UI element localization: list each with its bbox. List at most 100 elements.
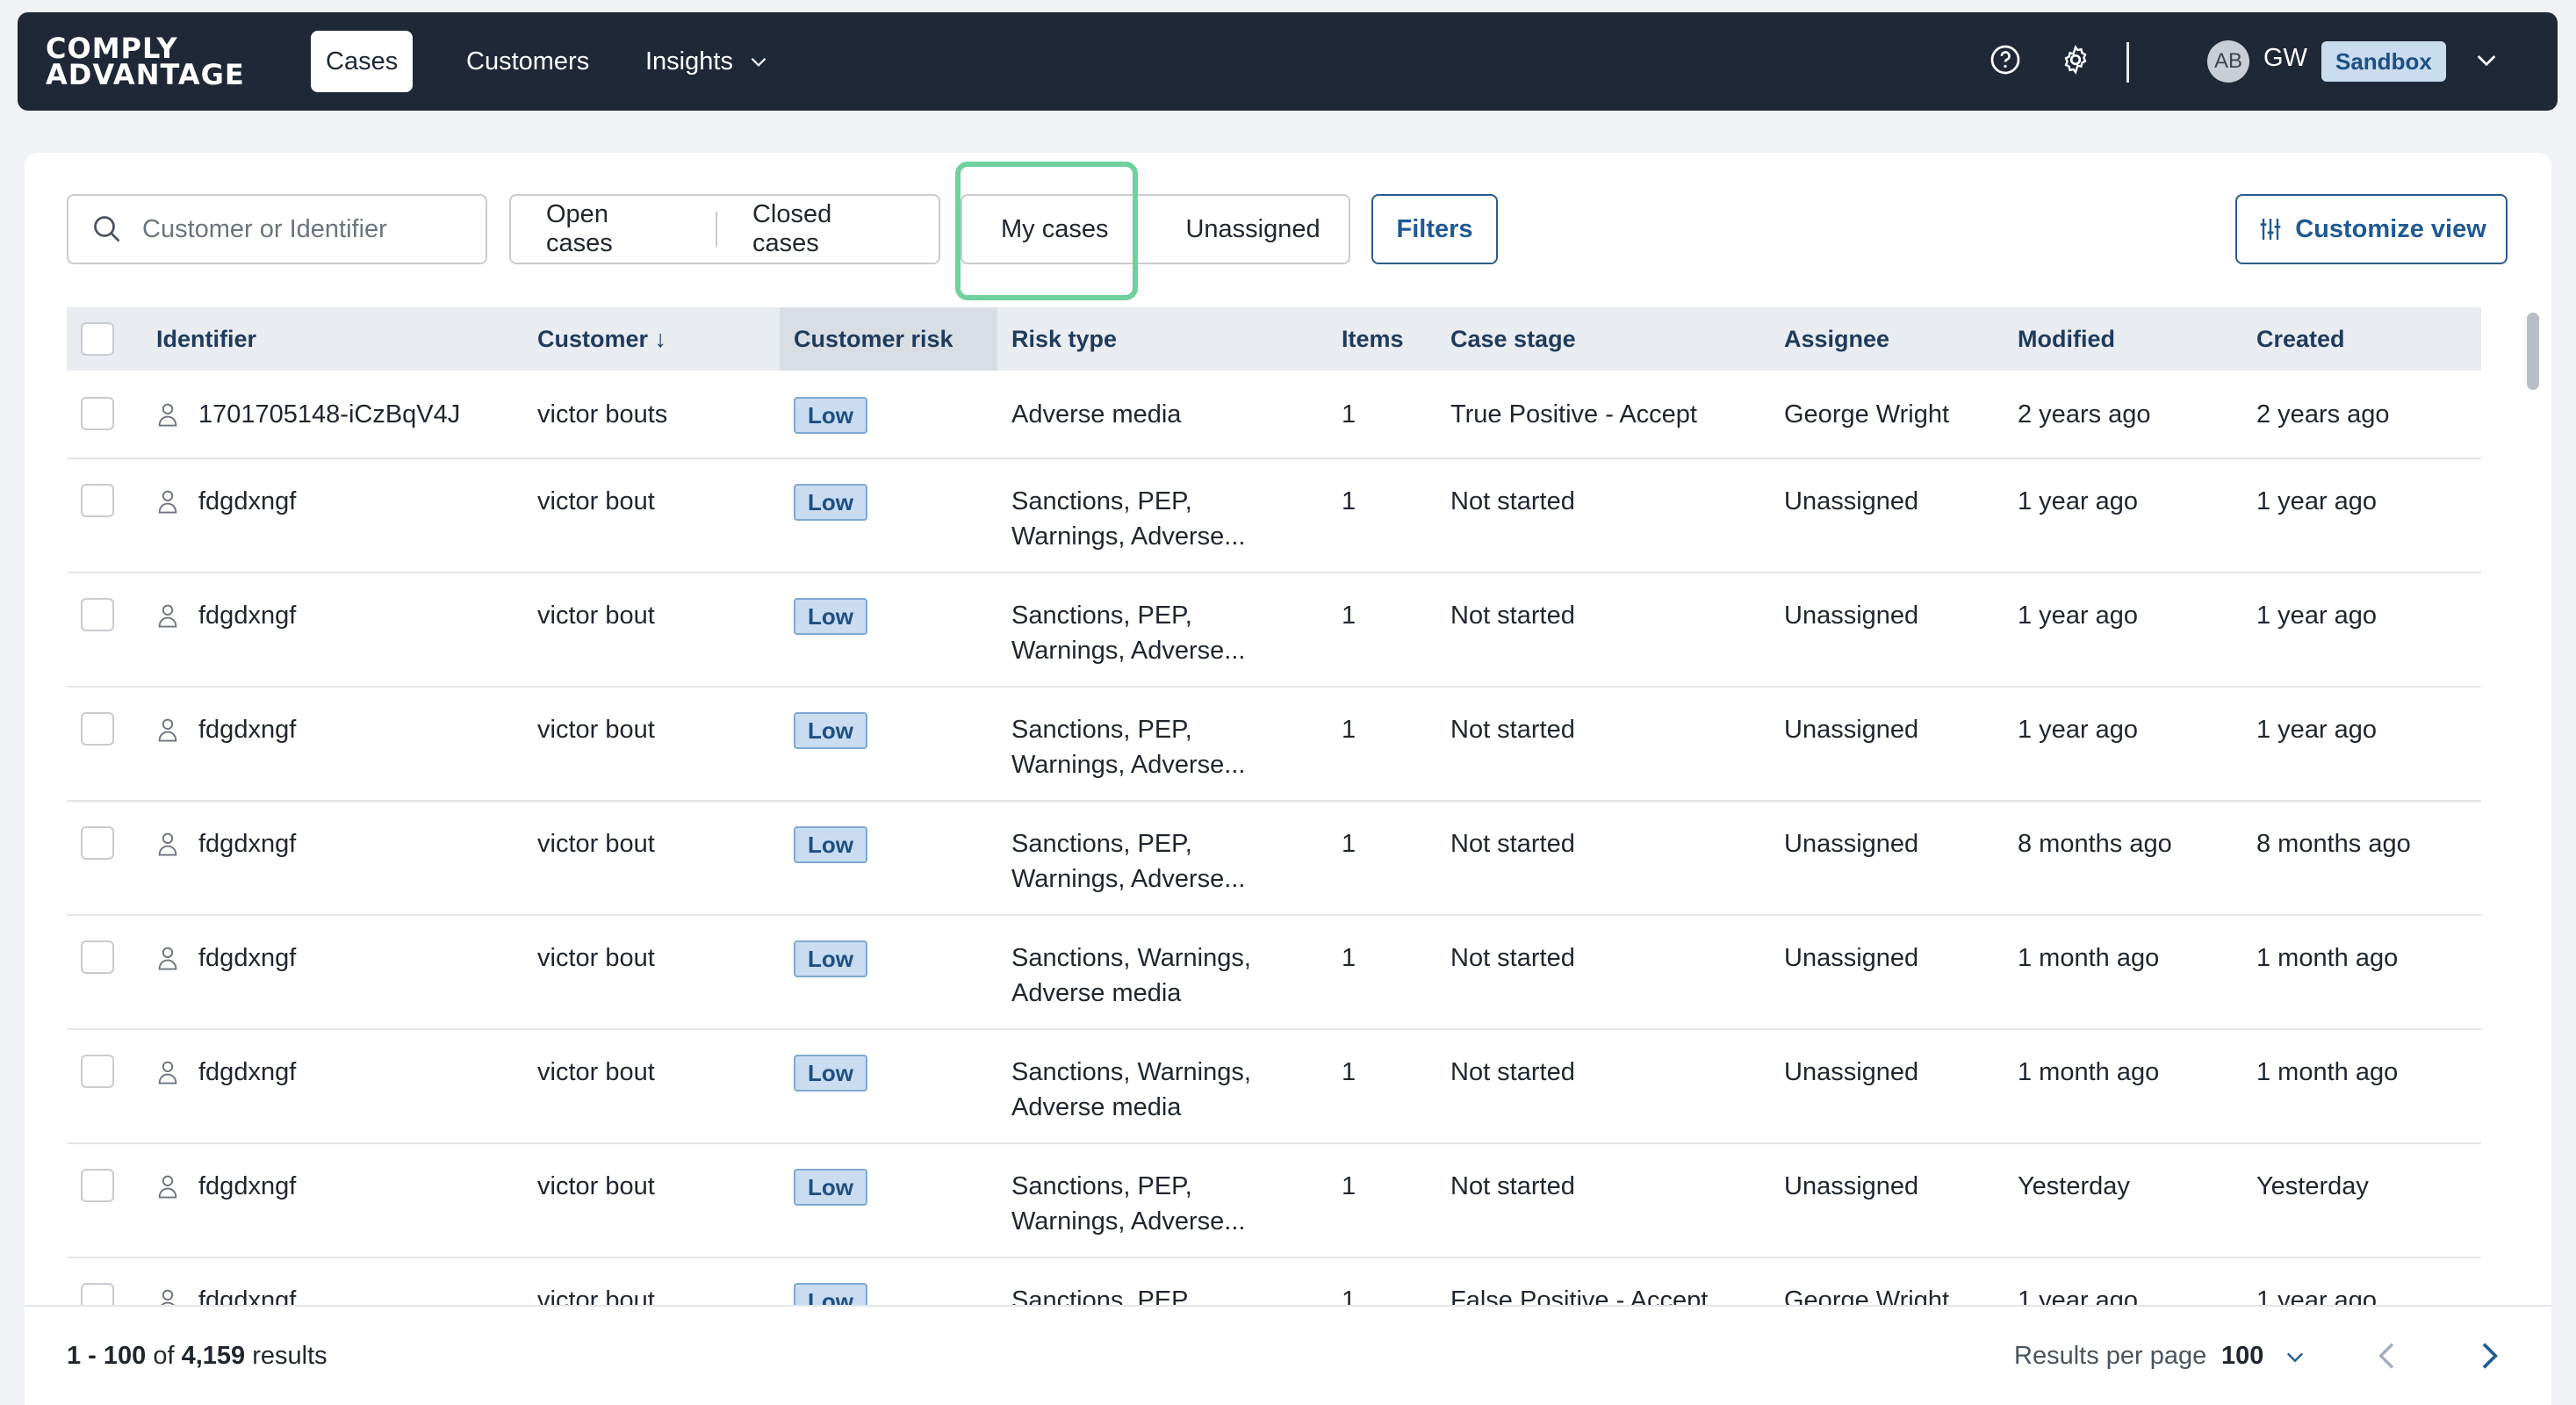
header-identifier[interactable]: Identifier [156, 307, 537, 371]
assignment-toggle: My cases Unassigned [961, 194, 1350, 264]
select-all-cell [67, 307, 156, 371]
row-checkbox[interactable] [81, 1169, 114, 1202]
identifier-value: fdgdxngf [198, 830, 297, 858]
row-checkbox[interactable] [81, 484, 114, 517]
nav-cases[interactable]: Cases [311, 31, 414, 92]
search-input[interactable]: Customer or Identifier [67, 194, 487, 264]
assignee-cell: Unassigned [1784, 1172, 1919, 1200]
header-customer[interactable]: Customer ↓ [537, 307, 780, 371]
customer-risk-cell: Low [780, 1029, 997, 1143]
identifier-cell[interactable]: fdgdxngf [156, 801, 537, 915]
row-checkbox[interactable] [81, 397, 114, 430]
filters-button[interactable]: Filters [1371, 194, 1498, 264]
risk-badge: Low [794, 1283, 867, 1305]
open-cases-button[interactable]: Open cases [511, 200, 716, 258]
risk-type-cell: Sanctions, Warnings, Adverse media [997, 915, 1342, 1029]
table-row[interactable]: fdgdxngf victor bout Low Sanctions, PEP, War… [67, 687, 2481, 801]
identifier-cell[interactable]: 1701705148-iCzBqV4J [156, 371, 537, 458]
comply-advantage-logo[interactable]: COMPLY ADVANTAGE [46, 34, 245, 89]
results-per-page-label: Results per page [2014, 1342, 2207, 1370]
next-page-button[interactable] [2471, 1338, 2506, 1373]
table-row[interactable]: fdgdxngf victor bout Low Sanctions, Warning… [67, 1029, 2481, 1143]
unassigned-button[interactable]: Unassigned [1147, 215, 1320, 244]
created-cell: 1 year ago [2256, 1286, 2378, 1305]
case-stage-cell: Not started [1450, 602, 1575, 630]
items-cell: 1 [1342, 400, 1356, 429]
row-checkbox[interactable] [81, 712, 114, 746]
risk-type-line-1: Sanctions, PEP, [1011, 1286, 1192, 1305]
table-row[interactable]: fdgdxngf victor bout Low Sanctions, PEP, War… [67, 573, 2481, 687]
nav-insights[interactable]: Insights [630, 31, 785, 92]
header-risk-type[interactable]: Risk type [997, 307, 1342, 371]
results-per-page-value: 100 [2221, 1342, 2264, 1370]
nav-customers[interactable]: Customers [451, 31, 604, 92]
row-select-cell [67, 573, 156, 687]
risk-badge: Low [794, 1169, 867, 1206]
risk-type-cell: Sanctions, PEP, Warnings, Adverse... [997, 1143, 1342, 1257]
identifier-cell[interactable]: fdgdxngf [156, 1143, 537, 1257]
gear-icon[interactable] [2060, 44, 2091, 76]
row-select-cell [67, 371, 156, 458]
my-cases-button[interactable]: My cases [962, 215, 1147, 244]
header-modified[interactable]: Modified [2018, 307, 2256, 371]
risk-type-line-2: Warnings, Adverse... [1011, 1207, 1246, 1236]
top-navigation-bar: COMPLY ADVANTAGE Cases Customers Insight… [18, 12, 2558, 111]
row-checkbox[interactable] [81, 940, 114, 974]
table-row[interactable]: fdgdxngf victor bout Low Sanctions, PEP, War… [67, 458, 2481, 573]
table-row[interactable]: fdgdxngf victor bout Low Sanctions, Warning… [67, 915, 2481, 1029]
table-row[interactable]: fdgdxngf victor bout Low Sanctions, PEP, War… [67, 1143, 2481, 1257]
row-checkbox[interactable] [81, 1283, 114, 1305]
chevron-down-icon[interactable] [2472, 46, 2500, 74]
case-stage-cell: Not started [1450, 716, 1575, 744]
chevron-down-icon [751, 57, 766, 67]
created-cell: 1 month ago [2256, 1058, 2399, 1086]
identifier-cell[interactable]: fdgdxngf [156, 915, 537, 1029]
select-all-checkbox[interactable] [81, 322, 114, 356]
identifier-cell[interactable]: fdgdxngf [156, 687, 537, 801]
help-icon[interactable] [1990, 44, 2021, 76]
header-items[interactable]: Items [1342, 307, 1450, 371]
risk-type-line-2: Warnings, Adverse... [1011, 522, 1246, 551]
results-of: of [153, 1342, 175, 1370]
customer-cell: victor bout [537, 602, 655, 630]
person-icon [158, 403, 177, 427]
header-case-stage[interactable]: Case stage [1450, 307, 1784, 371]
row-checkbox[interactable] [81, 826, 114, 860]
row-checkbox[interactable] [81, 598, 114, 631]
identifier-cell[interactable]: fdgdxngf [156, 1029, 537, 1143]
assignee-cell: Unassigned [1784, 830, 1919, 858]
table-row[interactable]: 1701705148-iCzBqV4J victor bouts Low Advers… [67, 371, 2481, 458]
header-assignee[interactable]: Assignee [1784, 307, 2018, 371]
case-stage-cell: True Positive - Accept [1450, 400, 1697, 429]
search-icon [94, 216, 120, 242]
table-header-row: Identifier Customer ↓ Customer risk Risk… [67, 307, 2481, 371]
header-created[interactable]: Created [2256, 307, 2481, 371]
risk-type-line-1: Adverse media [1011, 400, 1182, 429]
identifier-cell[interactable]: fdgdxngf [156, 458, 537, 573]
modified-cell: 2 years ago [2018, 400, 2151, 429]
risk-type-cell: Sanctions, PEP, Warnings, Adverse... [997, 458, 1342, 573]
header-customer-risk[interactable]: Customer risk [780, 307, 997, 371]
identifier-value: fdgdxngf [198, 716, 297, 744]
avatar[interactable]: AB [2207, 40, 2249, 83]
customize-view-button[interactable]: Customize view [2235, 194, 2508, 264]
assignee-cell: Unassigned [1784, 716, 1919, 744]
customer-cell: victor bouts [537, 400, 668, 429]
identifier-cell[interactable]: fdgdxngf [156, 1257, 537, 1305]
person-icon [161, 1289, 175, 1305]
table-row[interactable]: fdgdxngf victor bout Low Sanctions, PEP, War… [67, 801, 2481, 915]
modified-cell: 1 month ago [2018, 944, 2160, 972]
customer-cell: victor bout [537, 716, 655, 744]
customize-view-label: Customize view [2295, 214, 2486, 243]
identifier-cell[interactable]: fdgdxngf [156, 573, 537, 687]
row-checkbox[interactable] [81, 1055, 114, 1088]
results-per-page-select[interactable]: 100 [2221, 1342, 2307, 1371]
person-icon [158, 604, 177, 628]
previous-page-button[interactable] [2371, 1338, 2406, 1373]
table-row[interactable]: fdgdxngf victor bout Low Sanctions, PEP, 1 Fa… [67, 1257, 2481, 1305]
table-scrollbar[interactable] [2527, 313, 2539, 390]
closed-cases-button[interactable]: Closed cases [717, 200, 939, 258]
customer-risk-cell: Low [780, 915, 997, 1029]
items-cell: 1 [1342, 487, 1356, 515]
risk-type-line-1: Sanctions, Warnings, [1011, 944, 1251, 972]
